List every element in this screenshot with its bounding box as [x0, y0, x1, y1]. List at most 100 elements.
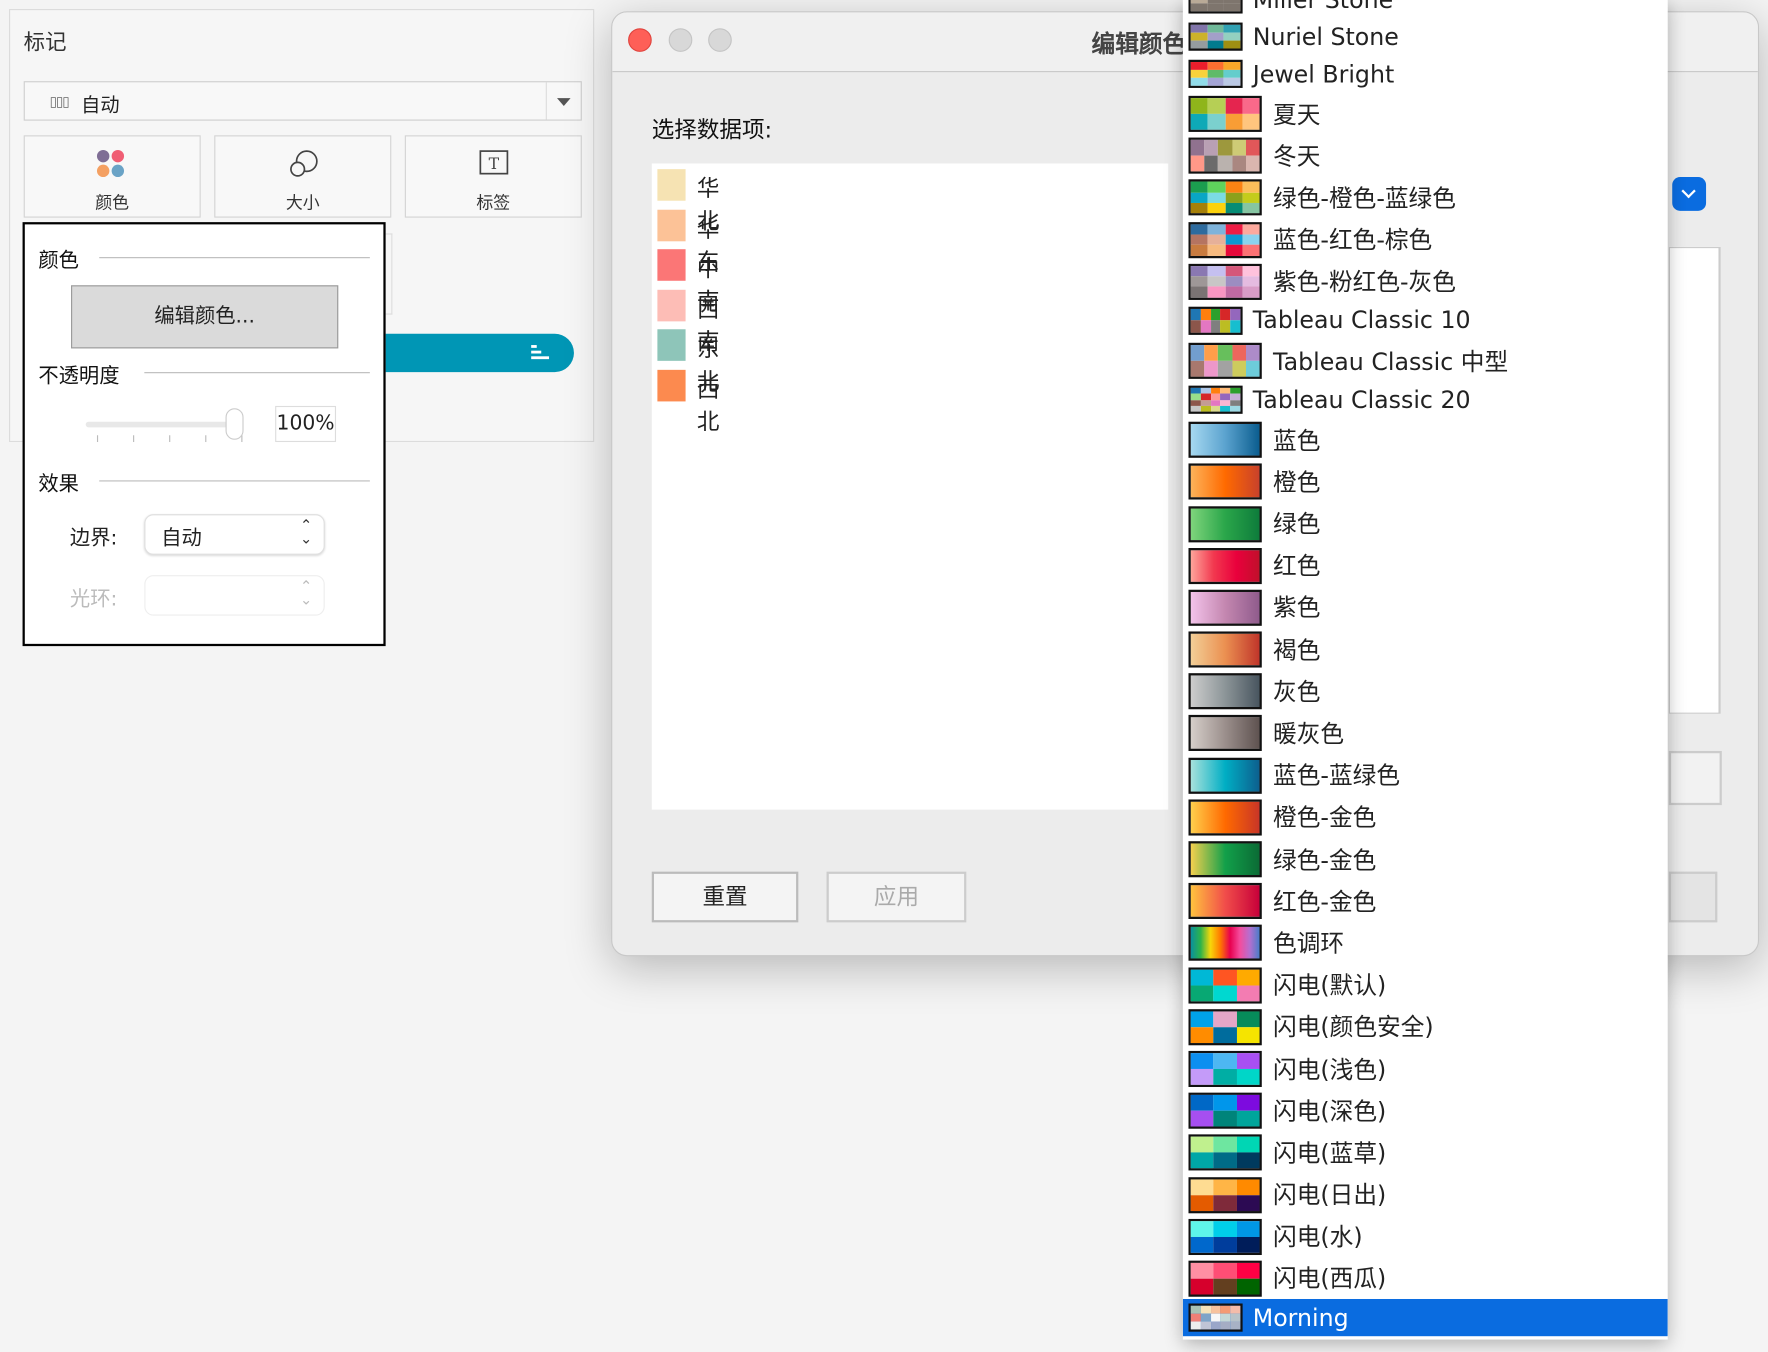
swatch-cell — [1230, 1305, 1241, 1314]
palette-option-label: Tableau Classic 中型 — [1273, 347, 1509, 375]
palette-option[interactable]: 色调环 — [1183, 922, 1668, 964]
color-card[interactable]: 颜色 — [23, 135, 201, 218]
swatch-cell — [1190, 1011, 1214, 1027]
palette-option[interactable]: 灰色 — [1183, 670, 1668, 712]
palette-option[interactable]: 紫色-粉红色-灰色 — [1183, 260, 1668, 302]
palette-option[interactable]: 绿色 — [1183, 502, 1668, 544]
palette-option[interactable]: 闪电(颜色安全) — [1183, 1006, 1668, 1048]
swatch-cell — [1200, 1305, 1211, 1314]
halo-label: 光环: — [69, 587, 118, 612]
swatch-cell — [1213, 1262, 1237, 1279]
swatch-cell — [1190, 308, 1201, 321]
swatch-cell — [1236, 1194, 1260, 1211]
palette-option[interactable]: Nuriel Stone — [1183, 18, 1668, 55]
divider — [144, 372, 370, 374]
palette-option[interactable]: 闪电(西瓜) — [1183, 1257, 1668, 1299]
swatch-cell — [1236, 1136, 1260, 1153]
palette-option[interactable]: Tableau Classic 20 — [1183, 381, 1668, 418]
swatch-cell — [1218, 155, 1233, 172]
color-dots-icon — [96, 149, 126, 179]
swatch-cell — [1218, 360, 1233, 377]
swatch-cell — [1213, 1095, 1237, 1111]
swatch-cell — [1190, 1220, 1214, 1237]
palette-option[interactable]: 紫色 — [1183, 586, 1668, 628]
border-select[interactable]: 自动 ⌃ ⌄ — [144, 514, 325, 555]
swatch-cell — [1236, 1152, 1260, 1169]
palette-swatch — [1188, 1176, 1262, 1213]
palette-option[interactable]: Tableau Classic 中型 — [1183, 339, 1668, 381]
palette-option[interactable]: 蓝色-红色-棕色 — [1183, 218, 1668, 260]
swatch-cell — [1204, 344, 1219, 361]
swatch-cell — [1236, 1110, 1260, 1127]
opacity-slider[interactable] — [85, 421, 233, 428]
zoom-button[interactable] — [708, 28, 732, 52]
swatch-cell — [1236, 1262, 1260, 1279]
palette-option[interactable]: 夏天 — [1183, 92, 1668, 134]
palette-option[interactable]: Jewel Bright — [1183, 55, 1668, 92]
palette-option[interactable]: 冬天 — [1183, 134, 1668, 176]
edit-colors-button[interactable]: 编辑颜色... — [71, 285, 339, 349]
color-field-pill[interactable] — [373, 333, 574, 373]
palette-option[interactable]: 褐色 — [1183, 628, 1668, 670]
minimize-button[interactable] — [668, 28, 693, 52]
swatch-cell — [1190, 1262, 1214, 1279]
palette-swatch — [1188, 1092, 1262, 1129]
swatch-cell — [1207, 244, 1226, 256]
palette-option[interactable]: Miller Stone — [1183, 0, 1668, 18]
swatch-cell — [1210, 1321, 1221, 1330]
palette-swatch — [1188, 673, 1262, 710]
palette-option[interactable]: 绿色-橙色-蓝绿色 — [1183, 176, 1668, 218]
palette-option[interactable]: Tableau Classic 10 — [1183, 302, 1668, 339]
close-button[interactable] — [628, 28, 652, 52]
swatch-cell — [1225, 223, 1243, 235]
palette-select-button[interactable] — [1672, 177, 1707, 211]
size-circles-icon — [290, 150, 318, 177]
bar-chart-icon: ▯▯▯ — [49, 93, 70, 110]
palette-option[interactable]: 绿色-金色 — [1183, 838, 1668, 880]
palette-option[interactable]: 蓝色-蓝绿色 — [1183, 754, 1668, 796]
swatch-cell — [1190, 360, 1205, 377]
palette-option[interactable]: Morning — [1182, 1299, 1668, 1337]
opacity-slider-thumb[interactable] — [225, 408, 244, 440]
palette-swatch — [1188, 547, 1262, 584]
palette-option-label: 冬天 — [1273, 142, 1321, 171]
palette-option[interactable]: 闪电(水) — [1183, 1215, 1668, 1257]
marks-title: 标记 — [23, 30, 67, 56]
ok-button[interactable] — [1668, 871, 1718, 923]
palette-option[interactable]: 闪电(默认) — [1183, 964, 1668, 1006]
swatch-cell — [1190, 62, 1208, 70]
label-card[interactable]: T 标签 — [404, 135, 582, 218]
opacity-value-input[interactable]: 100% — [275, 405, 337, 443]
palette-option[interactable]: 闪电(浅色) — [1183, 1047, 1668, 1089]
palette-swatch — [1188, 1008, 1262, 1046]
data-item-label: 西北 — [696, 374, 720, 435]
palette-option[interactable]: 红色 — [1183, 544, 1668, 586]
palette-option[interactable]: 暖灰色 — [1183, 712, 1668, 754]
swatch-cell — [1190, 192, 1208, 204]
palette-option[interactable]: 橙色-金色 — [1183, 796, 1668, 838]
mark-type-dropdown[interactable]: ▯▯▯ 自动 — [23, 81, 582, 121]
palette-option[interactable]: 闪电(日出) — [1183, 1173, 1668, 1215]
swatch-cell — [1190, 265, 1208, 277]
palette-option[interactable]: 蓝色 — [1183, 418, 1668, 460]
chevron-down-icon[interactable] — [545, 82, 581, 120]
assign-palette-button[interactable] — [1668, 750, 1722, 806]
swatch-cell — [1236, 985, 1260, 1001]
palette-swatch — [1188, 925, 1262, 962]
swatch-cell — [1207, 62, 1224, 70]
palette-option[interactable]: 红色-金色 — [1183, 880, 1668, 922]
palette-option[interactable]: 橙色 — [1183, 460, 1668, 502]
swatch-cell — [1245, 155, 1260, 172]
swatch-cell — [1213, 1178, 1237, 1195]
swatch-cell — [1242, 98, 1260, 114]
reset-button[interactable]: 重置 — [651, 871, 799, 923]
palette-option[interactable]: 闪电(蓝草) — [1183, 1131, 1668, 1173]
palette-swatch — [1188, 715, 1262, 752]
size-card[interactable]: 大小 — [214, 135, 392, 218]
palette-option-label: Jewel Bright — [1252, 60, 1395, 88]
palette-swatch — [1188, 0, 1243, 14]
text-label-icon: T — [479, 150, 509, 175]
palette-option[interactable]: 闪电(深色) — [1183, 1089, 1668, 1131]
up-down-chevron-icon: ⌃ ⌄ — [300, 517, 313, 549]
swatch-cell — [1213, 1068, 1237, 1085]
